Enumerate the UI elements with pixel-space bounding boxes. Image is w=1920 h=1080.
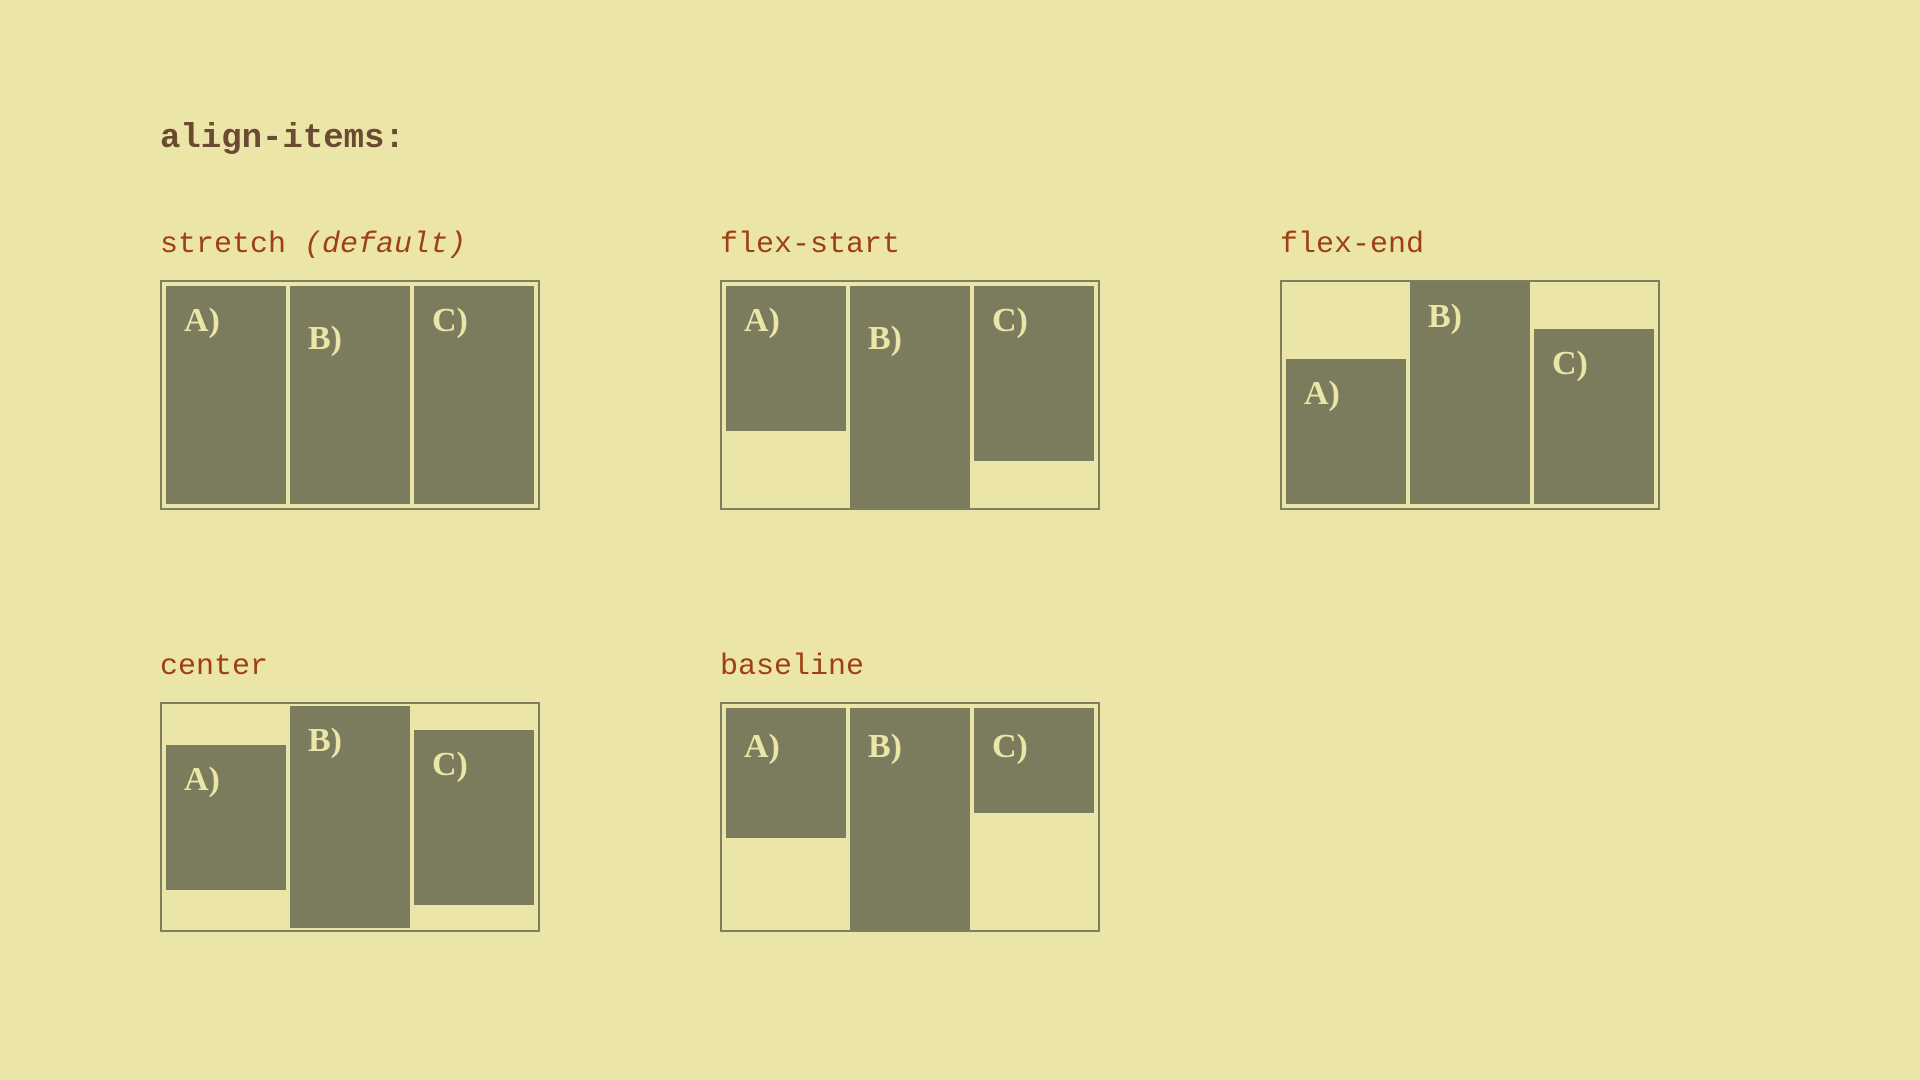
flex-container: A) B) C) — [720, 280, 1100, 510]
flex-container: A) B) C) — [160, 280, 540, 510]
flex-item-b: B) — [290, 706, 410, 928]
example-label: flex-end — [1280, 228, 1700, 262]
flex-item-b: B) — [1410, 282, 1530, 504]
example-center: center A) B) C) — [160, 650, 580, 932]
flex-item-a: A) — [726, 708, 846, 838]
example-flex-start: flex-start A) B) C) — [720, 228, 1140, 510]
flex-container: A) B) C) — [720, 702, 1100, 932]
flex-item-b: B) — [850, 286, 970, 508]
flex-item-a: A) — [166, 286, 286, 504]
example-label: baseline — [720, 650, 1140, 684]
example-baseline: baseline A) B) C) — [720, 650, 1140, 932]
example-flex-end: flex-end A) B) C) — [1280, 228, 1700, 510]
flex-item-b: B) — [850, 708, 970, 930]
example-label-text: flex-start — [720, 228, 900, 262]
flex-container: A) B) C) — [160, 702, 540, 932]
flex-item-c: C) — [974, 708, 1094, 813]
flex-item-c: C) — [1534, 329, 1654, 504]
example-label-text: flex-end — [1280, 228, 1424, 262]
flex-item-b: B) — [290, 286, 410, 504]
page-title: align-items: — [160, 120, 1760, 158]
example-label-text: baseline — [720, 650, 864, 684]
example-label: flex-start — [720, 228, 1140, 262]
example-label: center — [160, 650, 580, 684]
flex-item-c: C) — [974, 286, 1094, 461]
examples-grid: stretch (default) A) B) C) flex-start A)… — [160, 228, 1760, 932]
flex-item-c: C) — [414, 286, 534, 504]
diagram-root: align-items: stretch (default) A) B) C) … — [0, 0, 1920, 1052]
flex-item-a: A) — [726, 286, 846, 431]
example-label-text: center — [160, 650, 268, 684]
example-label: stretch (default) — [160, 228, 580, 262]
flex-container: A) B) C) — [1280, 280, 1660, 510]
flex-item-c: C) — [414, 730, 534, 905]
example-label-default: (default) — [304, 228, 466, 262]
flex-item-a: A) — [166, 745, 286, 890]
example-stretch: stretch (default) A) B) C) — [160, 228, 580, 510]
flex-item-a: A) — [1286, 359, 1406, 504]
example-label-text: stretch — [160, 228, 286, 262]
